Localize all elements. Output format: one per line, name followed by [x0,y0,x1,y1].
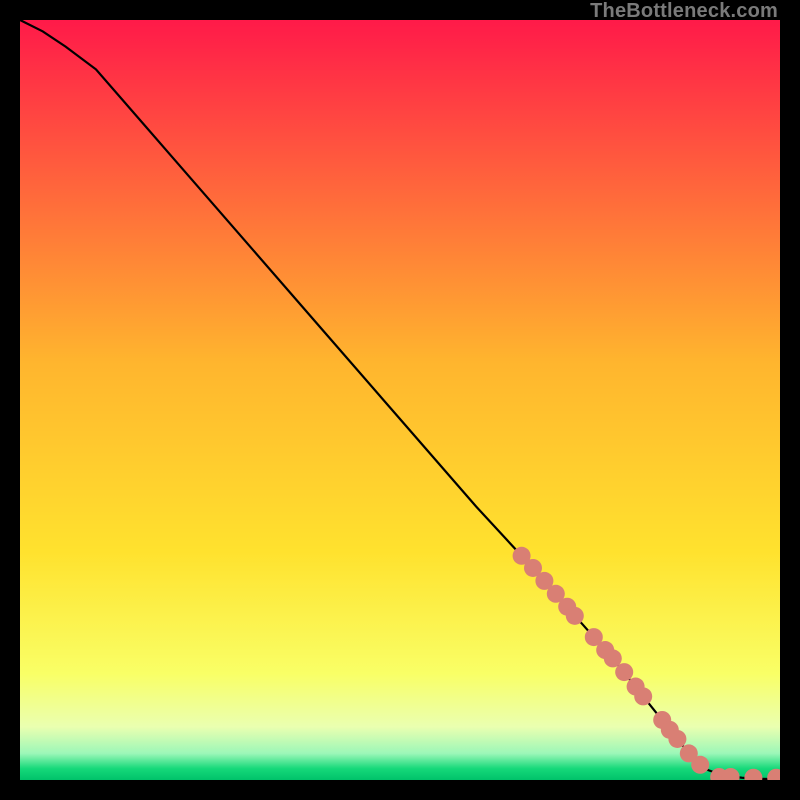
chart-frame: TheBottleneck.com [0,0,800,800]
data-marker [566,607,584,625]
plot-area [20,20,780,780]
chart-svg [20,20,780,780]
data-marker [615,663,633,681]
data-marker [668,730,686,748]
gradient-background [20,20,780,780]
data-marker [634,687,652,705]
data-marker [691,756,709,774]
